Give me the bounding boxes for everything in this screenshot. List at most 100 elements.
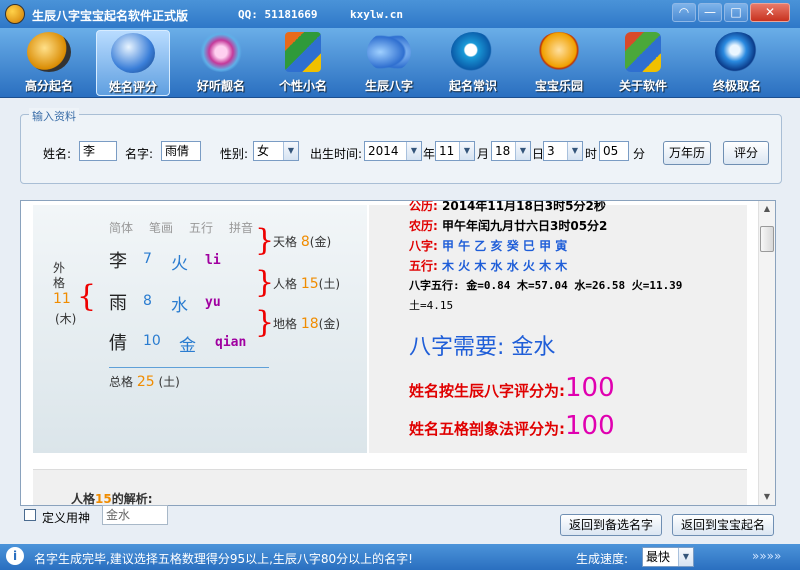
- char-1-pinyin: li: [205, 253, 221, 268]
- back-to-baby-naming-button[interactable]: 返回到宝宝起名: [672, 514, 774, 536]
- app-logo-icon: [5, 4, 25, 24]
- lunar-date: 农历: 甲午年闰九月廿六日3时05分2: [409, 219, 608, 233]
- speed-select[interactable]: 最快 ▼: [642, 547, 694, 567]
- gender-select[interactable]: 女 ▼: [253, 141, 299, 161]
- tool-name-scoring[interactable]: 姓名评分: [96, 30, 170, 96]
- hour-unit: 时: [585, 147, 598, 161]
- chevron-down-icon: ▼: [515, 142, 530, 160]
- char-3-element: 金: [179, 336, 196, 356]
- speed-label: 生成速度:: [576, 552, 629, 566]
- more-arrows-icon[interactable]: »»»»: [752, 549, 781, 563]
- website-url: kxylw.cn: [350, 8, 403, 21]
- detail-section: 人格15的解析:: [33, 469, 747, 506]
- minimize-button[interactable]: —: [698, 3, 722, 22]
- renge-brace: }: [255, 265, 275, 300]
- zongge: 总格 25 (土): [109, 374, 180, 390]
- waige-value: 11: [53, 291, 71, 307]
- hour-select[interactable]: 3 ▼: [543, 141, 583, 161]
- input-legend: 输入资料: [29, 108, 79, 124]
- scroll-up-icon[interactable]: ▲: [759, 201, 775, 217]
- minute-input[interactable]: 05: [599, 141, 629, 161]
- flower-icon: [199, 32, 243, 72]
- month-select[interactable]: 11 ▼: [435, 141, 475, 161]
- tool-nice-names[interactable]: 好听靓名: [184, 30, 258, 96]
- header-element: 五行: [189, 221, 214, 235]
- wuge-score: 姓名五格剖象法评分为:100: [409, 411, 615, 441]
- chevron-down-icon: ▼: [567, 142, 582, 160]
- windows-flag-icon: [625, 32, 661, 72]
- tool-baby-park[interactable]: 宝宝乐园: [522, 30, 596, 96]
- wuxing-chars: 五行: 木 火 木 水 水 火 木 木: [409, 259, 568, 273]
- tool-ultimate-naming[interactable]: 终极取名: [700, 30, 774, 96]
- month-unit: 月: [477, 147, 490, 161]
- bazi-info: 公历: 2014年11月18日3时5分2秒 农历: 甲午年闰九月廿六日3时05分…: [369, 201, 747, 453]
- close-button[interactable]: ✕: [750, 3, 790, 22]
- chevron-down-icon: ▼: [459, 142, 474, 160]
- result-panel: 简体 笔画 五行 拼音 李 7 火 li 雨 8 水 yu 倩 10 金 qia…: [20, 200, 776, 506]
- renge: 人格 15(土): [273, 276, 341, 292]
- day-select[interactable]: 18 ▼: [491, 141, 531, 161]
- globe-icon: [111, 33, 155, 73]
- score-button[interactable]: 评分: [723, 141, 769, 165]
- zongge-divider: [109, 367, 269, 368]
- year-unit: 年: [423, 147, 436, 161]
- dige: 地格 18(金): [273, 316, 341, 332]
- headset-icon: [537, 32, 581, 72]
- surname-input[interactable]: 李: [79, 141, 117, 161]
- minute-unit: 分: [633, 147, 646, 161]
- window-title: 生辰八字宝宝起名软件正式版: [32, 9, 189, 23]
- char-3-strokes: 10: [143, 333, 161, 349]
- yongshen-input[interactable]: 金水: [102, 505, 168, 525]
- chevron-down-icon: ▼: [678, 548, 693, 566]
- solar-date: 公历: 2014年11月18日3时5分2秒: [409, 200, 606, 213]
- tiange: 天格 8(金): [273, 234, 332, 250]
- yin-yang-icon: [27, 32, 71, 72]
- main-toolbar: 高分起名 姓名评分 好听靓名 个性小名 生辰八字 起名常识 宝宝乐园 关于软件 …: [0, 28, 800, 98]
- tool-about-software[interactable]: 关于软件: [606, 30, 680, 96]
- scroll-thumb[interactable]: [760, 226, 774, 252]
- name-label: 名字:: [125, 147, 154, 161]
- back-to-candidates-button[interactable]: 返回到备选名字: [560, 514, 662, 536]
- input-panel: 输入资料 姓名: 李 名字: 雨倩 性别: 女 ▼ 出生时间: 2014 ▼ 年 1…: [20, 108, 782, 184]
- scroll-down-icon[interactable]: ▼: [759, 489, 775, 505]
- char-2-element: 水: [171, 296, 188, 316]
- feedback-button[interactable]: ◠: [672, 3, 696, 22]
- bazi-chars: 八字: 甲 午 乙 亥 癸 巳 甲 寅: [409, 239, 568, 253]
- calendar-button[interactable]: 万年历: [663, 141, 711, 165]
- char-1-strokes: 7: [143, 251, 152, 267]
- char-2-pinyin: yu: [205, 295, 221, 310]
- tool-high-score-naming[interactable]: 高分起名: [12, 30, 86, 96]
- char-2-strokes: 8: [143, 293, 152, 309]
- birth-time-label: 出生时间:: [310, 147, 363, 161]
- wuxing-scores-line2: 土=4.15: [409, 299, 454, 312]
- ie-icon: [451, 32, 495, 72]
- tool-naming-knowledge[interactable]: 起名常识: [436, 30, 510, 96]
- status-message: 名字生成完毕,建议选择五格数理得分95以上,生辰八字80分以上的名字!: [34, 552, 413, 566]
- tool-birth-bazi[interactable]: 生辰八字: [352, 30, 426, 96]
- yongshen-checkbox-label: 定义用神: [42, 511, 91, 525]
- vertical-scrollbar[interactable]: ▲ ▼: [758, 201, 775, 505]
- butterfly-icon: [367, 32, 411, 72]
- yongshen-checkbox[interactable]: [24, 509, 36, 521]
- year-select[interactable]: 2014 ▼: [364, 141, 422, 161]
- chevron-down-icon: ▼: [283, 142, 298, 160]
- detail-heading: 人格15的解析:: [71, 492, 153, 506]
- header-simplified: 简体: [109, 221, 134, 235]
- gender-label: 性别:: [220, 147, 249, 161]
- wuxing-scores-line1: 八字五行: 金=0.84 木=57.04 水=26.58 火=11.39: [409, 279, 683, 292]
- maximize-button[interactable]: □: [724, 3, 748, 22]
- status-bar: i 名字生成完毕,建议选择五格数理得分95以上,生辰八字80分以上的名字! 生成…: [0, 544, 800, 570]
- char-1-element: 火: [171, 254, 188, 274]
- tool-personal-nickname[interactable]: 个性小名: [266, 30, 340, 96]
- char-3: 倩: [109, 333, 127, 354]
- wuge-diagram: 简体 笔画 五行 拼音 李 7 火 li 雨 8 水 yu 倩 10 金 qia…: [33, 205, 367, 453]
- bazi-score: 姓名按生辰八字评分为:100: [409, 373, 615, 403]
- tiange-brace: }: [255, 223, 275, 258]
- waige-label: 外格: [53, 261, 66, 290]
- ie-globe-icon: [715, 32, 759, 72]
- bazi-need: 八字需要: 金水: [409, 335, 556, 360]
- name-input[interactable]: 雨倩: [161, 141, 201, 161]
- title-bar: 生辰八字宝宝起名软件正式版 QQ: 51181669 kxylw.cn ◠ — …: [0, 0, 800, 28]
- qq-number: QQ: 51181669: [238, 8, 318, 21]
- char-1: 李: [109, 251, 127, 272]
